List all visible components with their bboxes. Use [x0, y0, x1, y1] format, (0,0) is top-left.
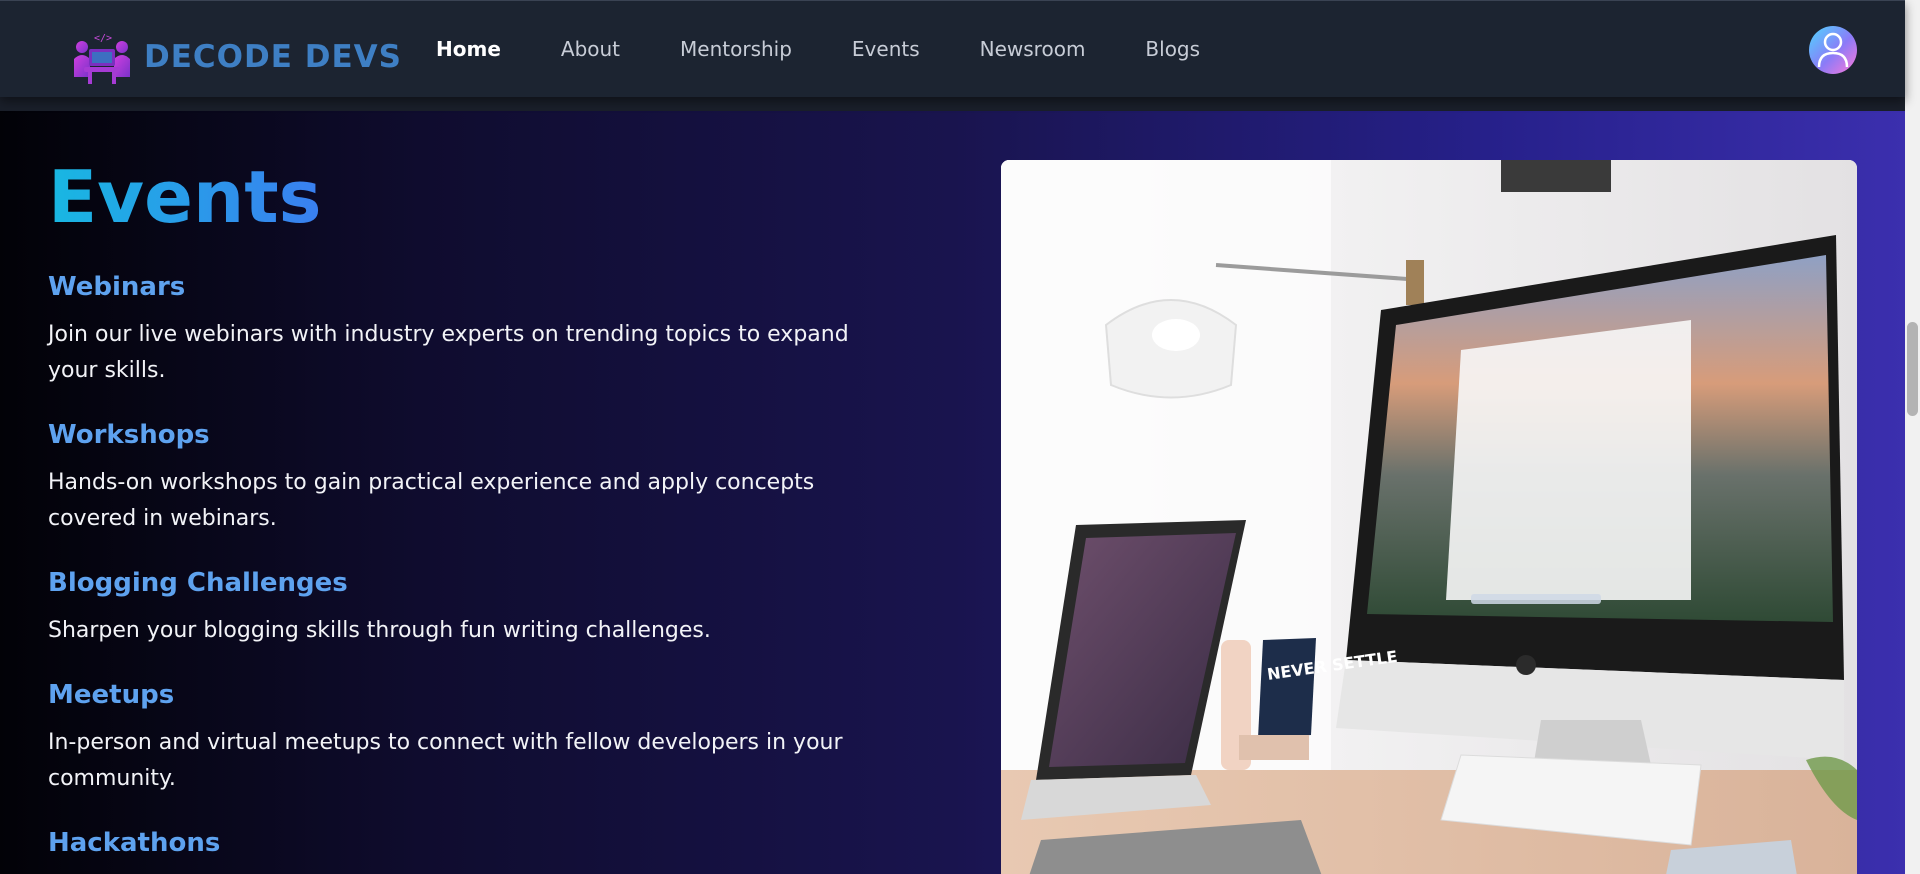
nav-home[interactable]: Home [436, 37, 501, 61]
events-content: Events Webinars Join our live webinars w… [48, 157, 888, 874]
event-title: Hackathons [48, 828, 221, 858]
event-description: Join our live webinars with industry exp… [48, 322, 849, 383]
scrollbar-thumb[interactable] [1907, 322, 1918, 416]
desk-setup-photo: NEVER SETTLE [1001, 160, 1857, 874]
nav-events[interactable]: Events [852, 37, 920, 61]
user-avatar-icon [1817, 32, 1849, 68]
main-nav: Home About Mentorship Events Newsroom Bl… [436, 37, 1260, 61]
desk-setup-illustration: NEVER SETTLE [1001, 160, 1857, 874]
event-title: Blogging Challenges [48, 568, 348, 598]
events-hero-section: Events Webinars Join our live webinars w… [0, 97, 1905, 874]
event-description: In-person and virtual meetups to connect… [48, 730, 843, 791]
svg-text:</>: </> [94, 33, 112, 44]
event-description: Sharpen your blogging skills through fun… [48, 618, 711, 643]
brand-logo[interactable]: </> DECODE DEVS [72, 29, 402, 85]
nav-about[interactable]: About [561, 37, 620, 61]
event-item-blogging-challenges: Blogging Challenges Sharpen your bloggin… [48, 567, 888, 649]
section-divider [0, 97, 1905, 111]
event-title: Webinars [48, 272, 186, 302]
page-title: Events [48, 155, 322, 239]
event-description: Hands-on workshops to gain practical exp… [48, 470, 815, 531]
page-scrollbar[interactable] [1905, 0, 1920, 874]
nav-blogs[interactable]: Blogs [1145, 37, 1200, 61]
event-title: Workshops [48, 420, 210, 450]
user-avatar-button[interactable] [1809, 26, 1857, 74]
brand-name: DECODE DEVS [144, 39, 402, 75]
event-title: Meetups [48, 680, 175, 710]
event-item-workshops: Workshops Hands-on workshops to gain pra… [48, 419, 888, 537]
event-item-webinars: Webinars Join our live webinars with ind… [48, 271, 888, 389]
nav-mentorship[interactable]: Mentorship [680, 37, 792, 61]
event-item-hackathons: Hackathons [48, 827, 888, 859]
event-item-meetups: Meetups In-person and virtual meetups to… [48, 679, 888, 797]
nav-newsroom[interactable]: Newsroom [980, 37, 1086, 61]
top-navbar: </> DECODE DEVS Home About Mentorship Ev… [0, 0, 1905, 97]
code-laptop-team-logo-icon: </> [74, 33, 130, 84]
